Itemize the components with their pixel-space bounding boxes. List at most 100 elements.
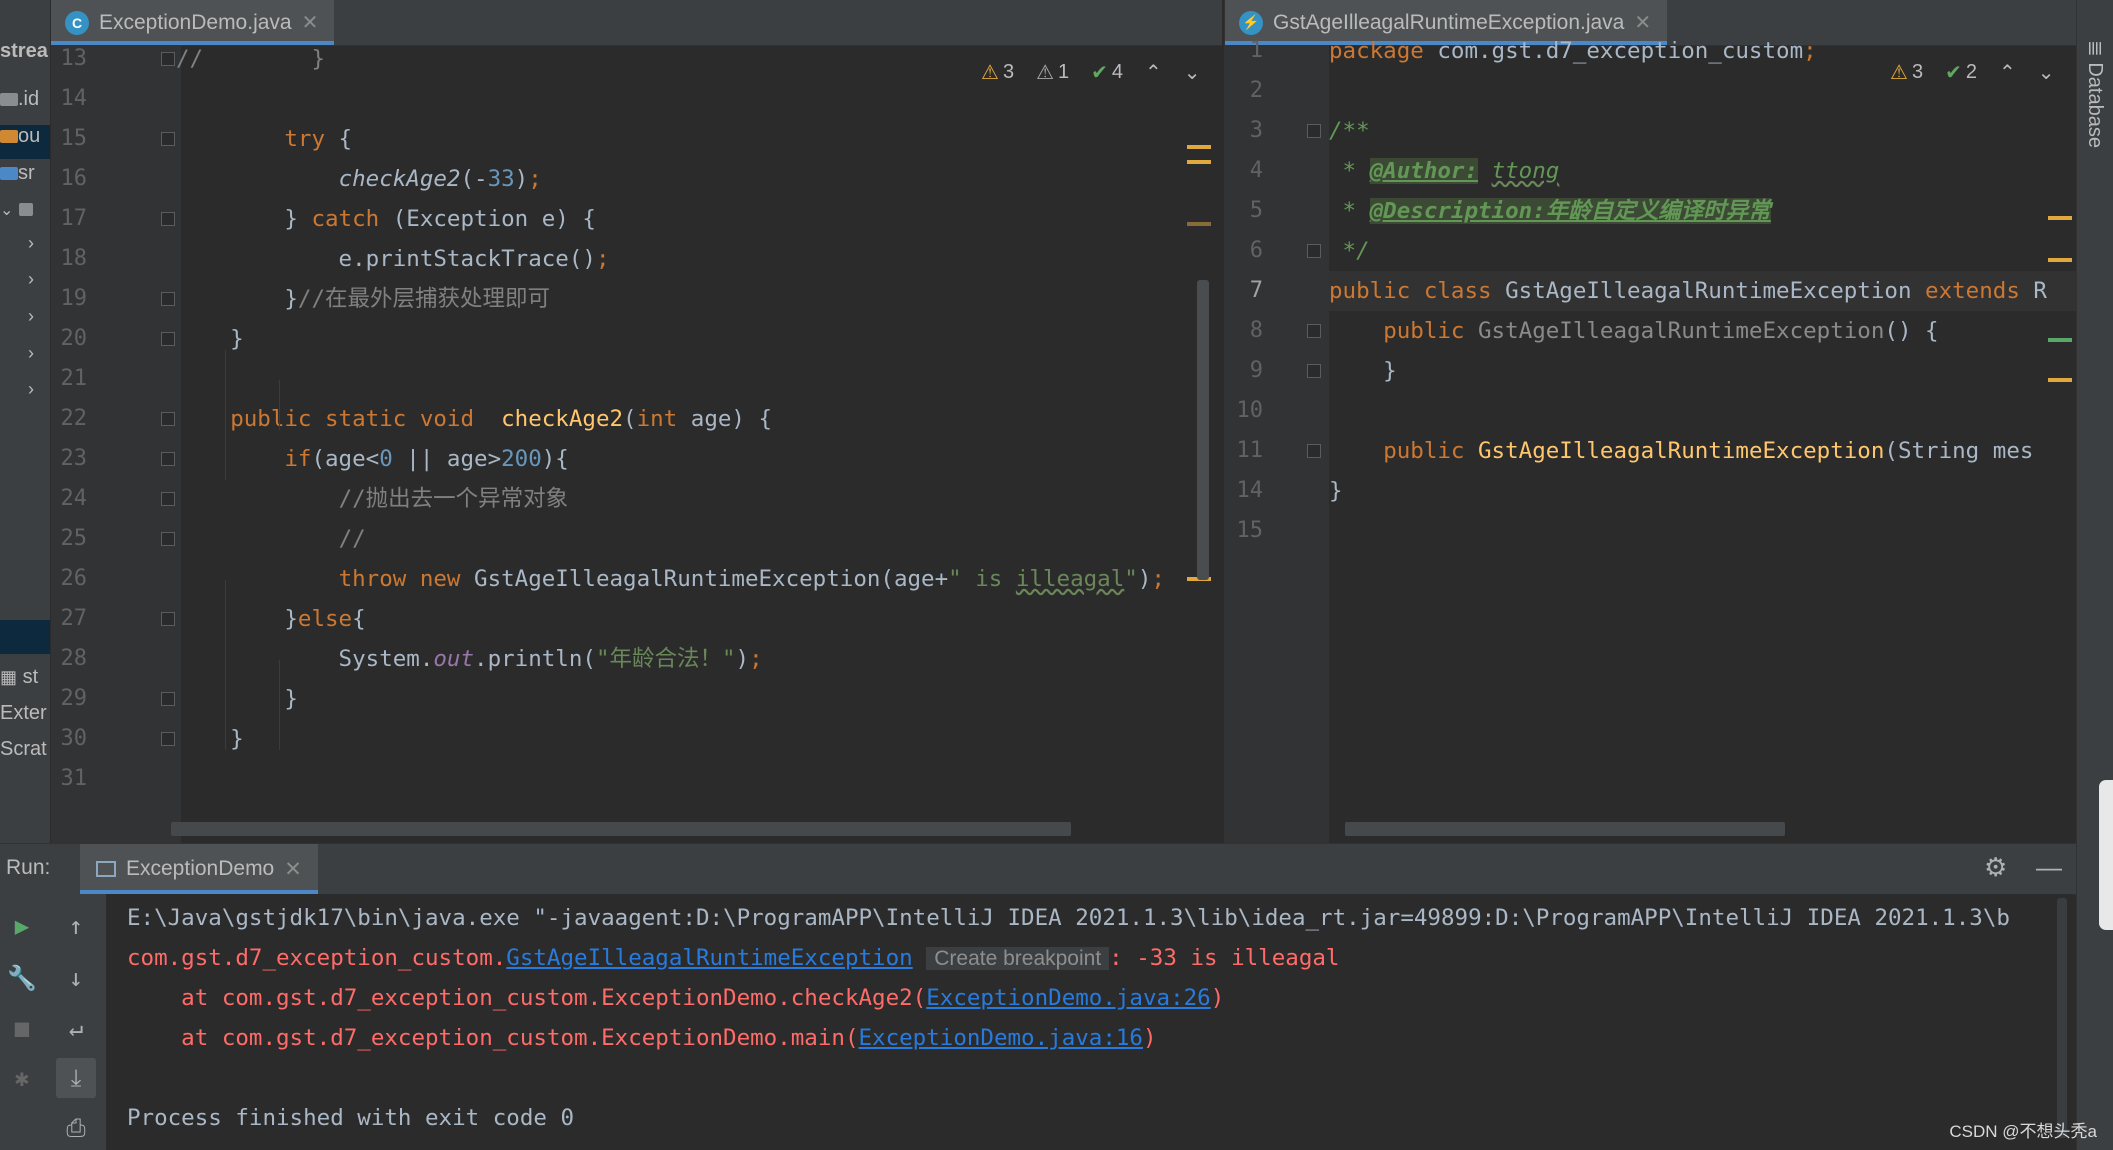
project-tree-row[interactable]: Scrat <box>0 738 50 772</box>
chevron-right-icon[interactable]: › <box>28 233 34 253</box>
code-line[interactable]: // } <box>176 39 325 79</box>
minimize-icon[interactable]: — <box>2036 852 2062 883</box>
chevron-down-icon[interactable]: ⌄ <box>2038 60 2055 85</box>
code-line[interactable]: } <box>176 319 244 359</box>
close-icon[interactable]: ✕ <box>284 857 302 882</box>
code-line[interactable]: checkAge2(-33); <box>176 159 542 199</box>
scroll-marker[interactable] <box>2048 378 2072 382</box>
project-tree-row[interactable]: sr <box>0 162 50 196</box>
scroll-marker[interactable] <box>1187 145 1211 149</box>
floating-scroll-handle[interactable] <box>2099 780 2113 930</box>
line-number[interactable]: 28 <box>51 646 88 671</box>
line-number[interactable]: 23 <box>51 446 88 471</box>
project-tree-row[interactable]: ▦ st <box>0 666 50 700</box>
arrow-up-icon[interactable]: ↑ <box>56 906 96 946</box>
scroll-to-end-icon[interactable]: ⤓ <box>56 1058 96 1098</box>
left-vertical-scrollbar[interactable] <box>1197 280 1209 580</box>
chevron-right-icon[interactable]: › <box>28 269 34 289</box>
line-number[interactable]: 27 <box>51 606 88 631</box>
line-number[interactable]: 17 <box>51 206 88 231</box>
fold-marker-icon[interactable] <box>161 612 175 626</box>
close-icon[interactable]: ✕ <box>302 10 319 35</box>
code-line[interactable]: } catch (Exception e) { <box>176 199 596 239</box>
fold-marker-icon[interactable] <box>161 292 175 306</box>
fold-marker-icon[interactable] <box>1307 444 1321 458</box>
fold-marker-icon[interactable] <box>1307 244 1321 258</box>
code-line[interactable]: e.printStackTrace(); <box>176 239 610 279</box>
line-number[interactable]: 22 <box>51 406 88 431</box>
chevron-up-icon[interactable]: ⌃ <box>1999 60 2016 85</box>
fold-marker-icon[interactable] <box>161 52 175 66</box>
fold-marker-icon[interactable] <box>161 412 175 426</box>
exception-class-link[interactable]: GstAgeIlleagalRuntimeException <box>506 945 912 971</box>
settings-icon[interactable]: ✱ <box>2 1058 42 1098</box>
console-output[interactable]: E:\Java\gstjdk17\bin\java.exe "-javaagen… <box>107 894 2073 1150</box>
line-number[interactable]: 5 <box>1225 198 1263 223</box>
soft-wrap-icon[interactable]: ↵ <box>56 1008 96 1048</box>
project-tree-row[interactable]: › <box>0 268 50 302</box>
project-tree-row[interactable]: .id <box>0 88 50 122</box>
line-number[interactable]: 21 <box>51 366 88 391</box>
code-line[interactable]: }//在最外层捕获处理即可 <box>176 279 550 319</box>
code-line[interactable]: throw new GstAgeIlleagalRuntimeException… <box>176 559 1165 599</box>
line-number[interactable]: 2 <box>1225 78 1263 103</box>
code-line[interactable]: public class GstAgeIlleagalRuntimeExcept… <box>1329 271 2047 311</box>
scroll-marker[interactable] <box>1187 222 1211 226</box>
left-inspection-widget[interactable]: ⚠ 3 ⚠ 1 ✔ 4 ⌃ ⌄ <box>981 60 1201 85</box>
project-tree-row[interactable]: › <box>0 378 50 412</box>
left-horizontal-scrollbar[interactable] <box>171 822 1071 836</box>
line-number[interactable]: 18 <box>51 246 88 271</box>
project-tree-row[interactable]: › <box>0 305 50 339</box>
print-icon[interactable]: ⎙ <box>56 1108 96 1148</box>
fold-marker-icon[interactable] <box>1307 324 1321 338</box>
scroll-marker[interactable] <box>2048 216 2072 220</box>
run-tab-exceptiondemo[interactable]: ExceptionDemo ✕ <box>80 844 318 894</box>
stop-icon[interactable]: ■ <box>2 1008 42 1048</box>
line-number[interactable]: 10 <box>1225 398 1264 423</box>
line-number[interactable]: 14 <box>51 86 88 111</box>
line-number[interactable]: 4 <box>1225 158 1263 183</box>
line-number[interactable]: 13 <box>51 46 88 71</box>
code-line[interactable]: public static void checkAge2(int age) { <box>176 399 772 439</box>
line-number[interactable]: 14 <box>1225 478 1264 503</box>
code-line[interactable]: */ <box>1329 231 1370 271</box>
project-tree-row[interactable]: Exter <box>0 702 50 736</box>
fold-marker-icon[interactable] <box>161 212 175 226</box>
code-line[interactable]: public GstAgeIlleagalRuntimeException(St… <box>1329 431 2033 471</box>
project-panel[interactable]: strea .id ou sr ⌄ › › › › › ▦ st Exter Scrat <box>0 0 51 843</box>
line-number[interactable]: 19 <box>51 286 88 311</box>
code-line[interactable]: /** <box>1329 111 1370 151</box>
left-editor[interactable]: C ExceptionDemo.java ✕ // } try { checkA… <box>51 0 1222 843</box>
line-number[interactable]: 25 <box>51 526 88 551</box>
fold-marker-icon[interactable] <box>161 732 175 746</box>
console-scrollbar[interactable] <box>2057 898 2067 1138</box>
right-inspection-widget[interactable]: ⚠ 3 ✔ 2 ⌃ ⌄ <box>1890 60 2054 85</box>
fold-marker-icon[interactable] <box>161 332 175 346</box>
project-tree-row[interactable]: › <box>0 232 50 266</box>
scroll-marker[interactable] <box>1187 160 1211 164</box>
fold-marker-icon[interactable] <box>1307 124 1321 138</box>
fold-marker-icon[interactable] <box>161 452 175 466</box>
project-tree-row[interactable]: ou <box>0 125 50 159</box>
line-number[interactable]: 11 <box>1225 438 1264 463</box>
code-line[interactable]: if(age<0 || age>200){ <box>176 439 568 479</box>
line-number[interactable]: 3 <box>1225 118 1263 143</box>
code-line[interactable]: }else{ <box>176 599 365 639</box>
source-link[interactable]: ExceptionDemo.java:26 <box>926 985 1210 1011</box>
code-line[interactable]: //抛出去一个异常对象 <box>176 479 569 519</box>
fold-marker-icon[interactable] <box>161 492 175 506</box>
project-tree-row[interactable]: strea <box>0 40 50 74</box>
code-line[interactable]: } <box>1329 351 1397 391</box>
code-line[interactable]: } <box>1329 471 1343 511</box>
code-line[interactable]: * @Description:年龄自定义编译时异常 <box>1329 191 1771 231</box>
line-number[interactable]: 8 <box>1225 318 1263 343</box>
line-number[interactable]: 15 <box>1225 518 1264 543</box>
line-number[interactable]: 24 <box>51 486 88 511</box>
line-number[interactable]: 16 <box>51 166 88 191</box>
database-toolwindow-button[interactable]: ≣ Database <box>2083 40 2107 148</box>
line-number[interactable]: 30 <box>51 726 88 751</box>
scroll-marker[interactable] <box>2048 338 2072 342</box>
code-line[interactable]: System.out.println("年龄合法！"); <box>176 639 763 679</box>
line-number[interactable]: 29 <box>51 686 88 711</box>
chevron-right-icon[interactable]: › <box>28 306 34 326</box>
